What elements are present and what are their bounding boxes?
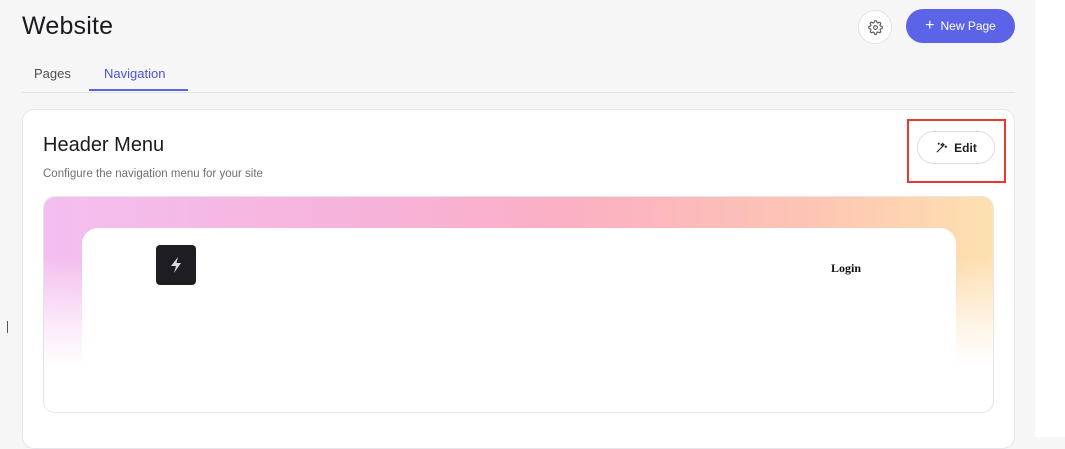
page-title: Website — [22, 12, 114, 40]
tab-pages[interactable]: Pages — [34, 66, 71, 81]
settings-button[interactable] — [858, 10, 892, 44]
lightning-bolt-icon — [171, 257, 181, 273]
gear-icon — [867, 19, 883, 35]
tab-bar: Pages Navigation — [22, 58, 1015, 93]
edit-button[interactable]: Edit — [917, 131, 995, 164]
active-tab-indicator — [89, 89, 188, 91]
preview-site-frame: Login — [82, 228, 956, 412]
tab-navigation[interactable]: Navigation — [104, 66, 165, 81]
preview-login-link[interactable]: Login — [831, 261, 861, 276]
plus-icon: + — [925, 17, 935, 34]
site-logo[interactable] — [156, 245, 196, 285]
card-subtitle: Configure the navigation menu for your s… — [43, 168, 263, 180]
new-page-button[interactable]: + New Page — [906, 9, 1015, 43]
card-title: Header Menu — [43, 134, 165, 156]
text-cursor — [7, 321, 8, 333]
right-gutter — [1035, 0, 1065, 437]
navigation-preview: Login — [43, 196, 994, 413]
new-page-label: New Page — [940, 19, 996, 33]
magic-wand-icon — [936, 142, 948, 153]
header-menu-card: Header Menu Configure the navigation men… — [22, 109, 1015, 449]
edit-label: Edit — [954, 140, 977, 155]
